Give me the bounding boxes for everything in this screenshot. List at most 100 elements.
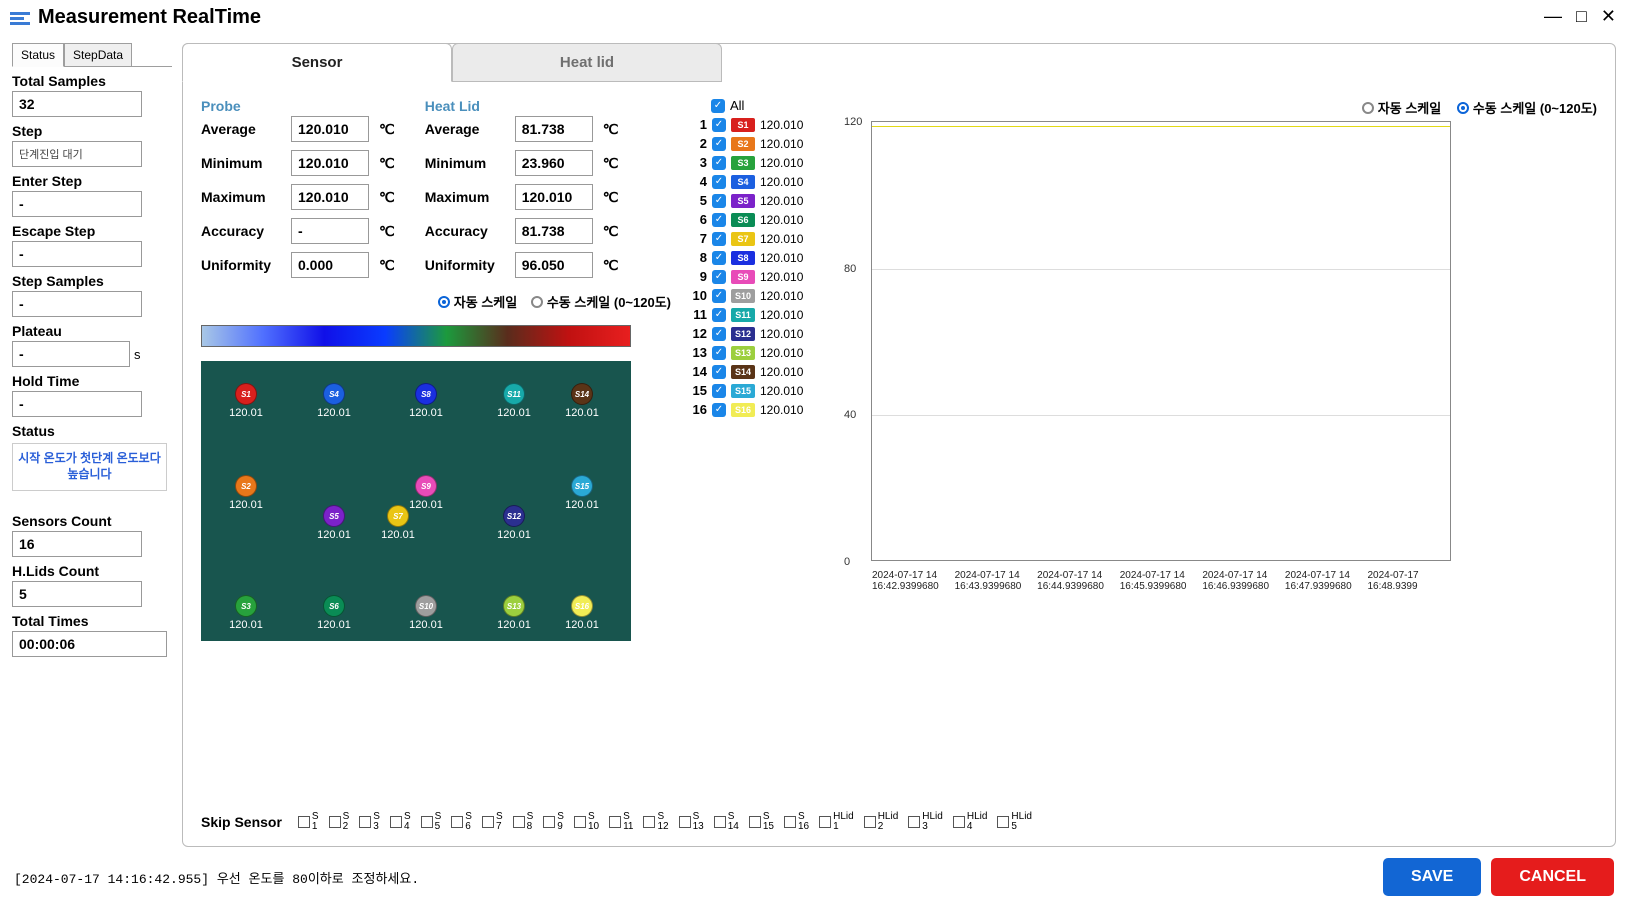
unit-c: ℃ [379,121,395,138]
side-tab-stepdata[interactable]: StepData [64,43,132,67]
hold-time-field[interactable]: - [12,391,142,417]
skip-s9[interactable]: S9 [543,812,564,832]
total-times-field[interactable]: 00:00:06 [12,631,167,657]
legend-item-s6[interactable]: 6✓S6120.010 [689,212,829,227]
skip-s12[interactable]: S12 [643,812,668,832]
close-button[interactable]: ✕ [1597,6,1620,27]
step-samples-field[interactable]: - [12,291,142,317]
legend-item-s3[interactable]: 3✓S3120.010 [689,155,829,170]
sensors-count-field[interactable]: 16 [12,531,142,557]
probe-uni-label: Uniformity [201,257,281,273]
skip-s11[interactable]: S11 [609,812,633,832]
legend-item-s12[interactable]: 12✓S12120.010 [689,326,829,341]
escape-step-field[interactable]: - [12,241,142,267]
legend-item-s2[interactable]: 2✓S2120.010 [689,136,829,151]
x-tick: 2024-07-17 14 16:46.9399680 [1202,570,1285,592]
legend-all-checkbox[interactable]: ✓ [711,99,725,113]
skip-s7[interactable]: S7 [482,812,503,832]
skip-sensor-label: Skip Sensor [201,814,282,830]
legend-item-s14[interactable]: 14✓S14120.010 [689,364,829,379]
probe-max-label: Maximum [201,189,281,205]
legend-item-s13[interactable]: 13✓S13120.010 [689,345,829,360]
sensor-dot-s16: S16 [571,595,593,617]
sensor-dot-s1: S1 [235,383,257,405]
x-tick: 2024-07-17 14 16:45.9399680 [1120,570,1203,592]
sensor-value-s9: 120.01 [406,499,446,511]
skip-hlid5[interactable]: HLid5 [997,812,1032,832]
sensor-value-s13: 120.01 [494,619,534,631]
y-tick: 80 [844,263,856,275]
side-tab-status[interactable]: Status [12,43,64,67]
chart-scale-manual[interactable]: 수동 스케일 (0~120도) [1457,98,1597,117]
heatlid-avg-value: 81.738 [515,116,593,142]
maximize-button[interactable]: □ [1572,6,1591,27]
skip-s14[interactable]: S14 [714,812,739,832]
sensor-dot-s3: S3 [235,595,257,617]
probe-max-value: 120.010 [291,184,369,210]
hlids-count-field[interactable]: 5 [12,581,142,607]
x-tick: 2024-07-17 14 16:43.9399680 [955,570,1038,592]
sensor-value-s12: 120.01 [494,529,534,541]
skip-s6[interactable]: S6 [451,812,472,832]
legend-item-s1[interactable]: 1✓S1120.010 [689,117,829,132]
legend-item-s9[interactable]: 9✓S9120.010 [689,269,829,284]
legend-item-s15[interactable]: 15✓S15120.010 [689,383,829,398]
skip-s5[interactable]: S5 [421,812,442,832]
legend-item-s11[interactable]: 11✓S11120.010 [689,307,829,322]
sensor-value-s14: 120.01 [562,407,602,419]
y-tick: 120 [844,116,862,128]
skip-hlid1[interactable]: HLid1 [819,812,854,832]
skip-hlid3[interactable]: HLid3 [908,812,943,832]
legend-item-s16[interactable]: 16✓S16120.010 [689,402,829,417]
cancel-button[interactable]: CANCEL [1491,858,1614,896]
skip-s3[interactable]: S3 [359,812,380,832]
heatlid-min-value: 23.960 [515,150,593,176]
heatlid-title: Heat Lid [425,98,619,114]
skip-s2[interactable]: S2 [329,812,350,832]
legend-item-s7[interactable]: 7✓S7120.010 [689,231,829,246]
save-button[interactable]: SAVE [1383,858,1481,896]
heatlid-acc-value: 81.738 [515,218,593,244]
sensor-value-s4: 120.01 [314,407,354,419]
label-total-samples: Total Samples [12,73,172,89]
color-gradient [201,325,631,347]
step-field[interactable]: 단계진입 대기 [12,141,142,167]
sensor-dot-s13: S13 [503,595,525,617]
y-tick: 0 [844,556,850,568]
skip-s1[interactable]: S1 [298,812,319,832]
skip-s8[interactable]: S8 [513,812,534,832]
stats-scale-manual[interactable]: 수동 스케일 (0~120도) [531,292,671,311]
sensor-value-s1: 120.01 [226,407,266,419]
skip-s16[interactable]: S16 [784,812,809,832]
x-tick: 2024-07-17 14 16:42.9399680 [872,570,955,592]
probe-min-label: Minimum [201,155,281,171]
sensor-dot-s5: S5 [323,505,345,527]
skip-hlid4[interactable]: HLid4 [953,812,988,832]
sensor-dot-s9: S9 [415,475,437,497]
enter-step-field[interactable]: - [12,191,142,217]
label-status: Status [12,423,172,439]
sensor-value-s7: 120.01 [378,529,418,541]
sensor-dot-s12: S12 [503,505,525,527]
legend-item-s8[interactable]: 8✓S8120.010 [689,250,829,265]
skip-s13[interactable]: S13 [679,812,704,832]
plateau-unit: s [134,347,141,362]
plateau-field[interactable]: - [12,341,130,367]
probe-avg-value: 120.010 [291,116,369,142]
heatlid-max-value: 120.010 [515,184,593,210]
skip-s15[interactable]: S15 [749,812,774,832]
tab-heatlid[interactable]: Heat lid [452,43,722,82]
tab-sensor[interactable]: Sensor [182,43,452,82]
skip-s10[interactable]: S10 [574,812,599,832]
stats-scale-auto[interactable]: 자동 스케일 [438,292,517,311]
legend-item-s5[interactable]: 5✓S5120.010 [689,193,829,208]
total-samples-field[interactable]: 32 [12,91,142,117]
legend-item-s4[interactable]: 4✓S4120.010 [689,174,829,189]
probe-acc-value: - [291,218,369,244]
legend-item-s10[interactable]: 10✓S10120.010 [689,288,829,303]
chart-scale-auto[interactable]: 자동 스케일 [1362,98,1441,117]
sensor-value-s15: 120.01 [562,499,602,511]
minimize-button[interactable]: — [1540,6,1566,27]
skip-s4[interactable]: S4 [390,812,411,832]
skip-hlid2[interactable]: HLid2 [864,812,899,832]
